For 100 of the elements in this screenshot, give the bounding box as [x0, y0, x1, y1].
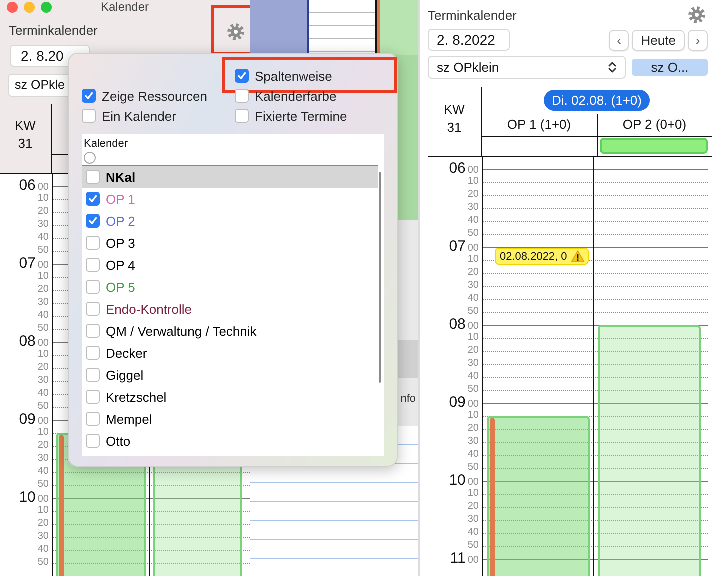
week-number: 31	[18, 135, 33, 154]
week-number: 31	[447, 118, 462, 136]
minute-label: 00	[38, 493, 49, 506]
calendar-name: Endo-Kontrolle	[106, 302, 192, 316]
minute-label: 10	[38, 504, 49, 517]
minute-label: 50	[38, 556, 49, 569]
calendar-name: Mempel	[106, 412, 152, 426]
minute-label: 00	[468, 398, 479, 411]
minute-label: 00	[468, 554, 479, 567]
calendar-name: OP 2	[106, 214, 136, 228]
minute-label: 00	[468, 476, 479, 489]
calendar-name: OP 1	[106, 192, 136, 206]
minute-label: 10	[38, 192, 49, 205]
minute-label: 10	[468, 331, 479, 344]
minute-label: 00	[468, 164, 479, 177]
minute-label: 20	[38, 361, 49, 374]
minute-label: 00	[38, 259, 49, 272]
minute-label: 00	[38, 337, 49, 350]
window-title: Kalender	[100, 0, 150, 14]
hour-label: 08	[449, 318, 466, 331]
hour-label: 06	[449, 162, 466, 175]
minute-label: 20	[468, 188, 479, 201]
minute-label: 10	[468, 175, 479, 188]
minute-label: 30	[38, 530, 49, 543]
minute-label: 10	[468, 487, 479, 500]
minute-label: 30	[468, 357, 479, 370]
minute-label: 50	[38, 400, 49, 413]
hour-label: 07	[19, 257, 36, 270]
minute-label: 30	[468, 435, 479, 448]
minute-label: 10	[38, 270, 49, 283]
minute-label: 10	[468, 409, 479, 422]
minute-label: 50	[468, 227, 479, 240]
minute-label: 40	[38, 465, 49, 478]
dropdown-value: sz OPklein	[437, 58, 500, 76]
heading: Terminkalender	[9, 23, 98, 38]
appointment-text: 02.08.2022, 0	[500, 250, 568, 262]
column-label: nfo	[400, 393, 416, 405]
calendar-name: OP 5	[106, 280, 136, 294]
minute-label: 40	[468, 370, 479, 383]
minute-label: 30	[38, 452, 49, 465]
calendar-name: Kretzschel	[106, 390, 167, 404]
minute-label: 20	[38, 283, 49, 296]
minute-label: 20	[38, 205, 49, 218]
column-header: OP 1 (1+0)	[506, 116, 572, 134]
hour-label: 10	[19, 491, 36, 504]
minute-label: 40	[38, 387, 49, 400]
minute-label: 30	[38, 296, 49, 309]
minute-label: 30	[468, 279, 479, 292]
column-header: OP 2 (0+0)	[596, 114, 712, 136]
minute-label: 10	[468, 253, 479, 266]
heading: Terminkalender	[428, 8, 517, 22]
calendar-name: OP 3	[106, 236, 136, 250]
minute-label: 20	[468, 500, 479, 513]
option-label: Spaltenweise	[255, 68, 332, 84]
minute-label: 00	[38, 181, 49, 194]
minute-label: 00	[468, 242, 479, 255]
option-label: Kalenderfarbe	[255, 88, 337, 104]
minute-label: 50	[38, 478, 49, 491]
minute-label: 40	[38, 231, 49, 244]
minute-label: 00	[468, 320, 479, 333]
minute-label: 50	[38, 244, 49, 257]
calendar-name: Decker	[106, 346, 148, 360]
calendar-name: OP 4	[106, 258, 136, 272]
minute-label: 20	[38, 517, 49, 530]
minute-label: 10	[38, 348, 49, 361]
hour-label: 08	[19, 335, 36, 348]
minute-label: 20	[468, 266, 479, 279]
minute-label: 40	[468, 292, 479, 305]
calendar-name: Otto	[106, 434, 131, 448]
minute-label: 50	[468, 539, 479, 552]
minute-label: 40	[468, 448, 479, 461]
hour-label: 11	[450, 552, 466, 565]
option-label: Fixierte Termine	[255, 108, 348, 124]
calendar-name: QM / Verwaltung / Technik	[106, 324, 257, 338]
minute-label: 50	[468, 383, 479, 396]
minute-label: 30	[468, 513, 479, 526]
minute-label: 20	[38, 439, 49, 452]
minute-label: 30	[468, 201, 479, 214]
hour-label: 07	[449, 240, 466, 253]
minute-label: 20	[468, 344, 479, 357]
minute-label: 50	[468, 461, 479, 474]
option-label: Ein Kalender	[102, 108, 176, 124]
week-label: KW	[444, 100, 465, 118]
hour-label: 09	[19, 413, 36, 426]
hour-label: 06	[19, 179, 36, 192]
minute-label: 50	[38, 322, 49, 335]
calendar-name: NKal	[106, 170, 136, 184]
minute-label: 00	[38, 415, 49, 428]
option-label: Zeige Ressourcen	[102, 88, 208, 104]
minute-label: 30	[38, 218, 49, 231]
minute-label: 10	[38, 426, 49, 439]
minute-label: 40	[38, 543, 49, 556]
hour-label: 10	[449, 474, 466, 487]
column-header: Kalender	[84, 138, 128, 151]
minute-label: 40	[468, 526, 479, 539]
minute-label: 30	[38, 374, 49, 387]
hour-label: 09	[449, 396, 466, 409]
minute-label: 50	[468, 305, 479, 318]
minute-label: 40	[38, 309, 49, 322]
minute-label: 40	[468, 214, 479, 227]
